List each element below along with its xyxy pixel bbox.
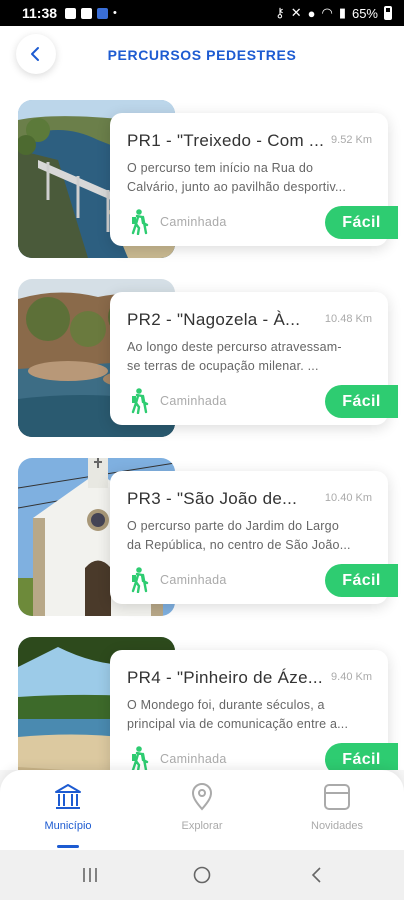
- news-icon: [324, 784, 350, 810]
- route-card[interactable]: PR3 - "São João de... 10.40 Km O percurs…: [110, 471, 398, 604]
- system-icons: ⚷ ✕ ● ◠ ▮ 65%: [275, 5, 392, 21]
- route-distance: 10.40 Km: [324, 492, 372, 504]
- route-title: PR3 - "São João de...: [127, 489, 298, 508]
- notification-icons: •: [65, 7, 117, 19]
- nav-item-novidades[interactable]: Novidades: [282, 782, 392, 832]
- route-card[interactable]: PR2 - "Nagozela - À... 10.48 Km Ao longo…: [110, 292, 398, 425]
- status-time: 11:38: [22, 5, 58, 21]
- route-title: PR1 - "Treixedo - Com ...: [127, 131, 325, 150]
- route-distance: 9.40 Km: [331, 671, 372, 683]
- nav-label: Município: [44, 820, 92, 832]
- route-type: Caminhada: [160, 215, 227, 229]
- difficulty-badge: Fácil: [325, 385, 398, 418]
- route-distance: 10.48 Km: [324, 313, 372, 325]
- route-type: Caminhada: [160, 752, 227, 766]
- app-icon: [97, 7, 109, 19]
- gallery-icon: [65, 7, 77, 19]
- home-icon[interactable]: [192, 865, 212, 885]
- mute-icon: ✕: [290, 5, 302, 20]
- page-title: PERCURSOS PEDESTRES: [107, 47, 297, 63]
- route-title: PR4 - "Pinheiro de Áze...: [127, 668, 323, 687]
- nav-item-municipio[interactable]: Município: [13, 782, 123, 832]
- route-card[interactable]: PR1 - "Treixedo - Com ... 9.52 Km O perc…: [110, 113, 398, 246]
- teams-icon: [81, 7, 93, 19]
- difficulty-badge: Fácil: [325, 564, 398, 597]
- battery-percent: 65%: [351, 5, 378, 21]
- route-card[interactable]: PR4 - "Pinheiro de Áze... 9.40 Km O Mond…: [110, 650, 398, 770]
- hiking-icon: [131, 388, 149, 414]
- system-navigation-bar: [0, 850, 404, 900]
- route-item-pr1[interactable]: PR1 - "Treixedo - Com ... 9.52 Km O perc…: [18, 100, 398, 260]
- active-tab-indicator: [57, 845, 79, 848]
- recent-apps-icon[interactable]: [80, 865, 100, 885]
- battery-icon: [384, 6, 392, 20]
- route-description: O Mondego foi, durante séculos, a princi…: [127, 698, 349, 731]
- difficulty-badge: Fácil: [325, 206, 398, 239]
- route-item-pr2[interactable]: PR2 - "Nagozela - À... 10.48 Km Ao longo…: [18, 279, 398, 439]
- route-item-pr4[interactable]: PR4 - "Pinheiro de Áze... 9.40 Km O Mond…: [18, 637, 398, 770]
- difficulty-badge: Fácil: [325, 743, 398, 770]
- route-distance: 9.52 Km: [331, 134, 372, 146]
- status-bar: 11:38 • ⚷ ✕ ● ◠ ▮ 65%: [0, 0, 404, 26]
- route-type: Caminhada: [160, 573, 227, 587]
- hiking-icon: [131, 567, 149, 593]
- key-icon: ⚷: [275, 5, 285, 20]
- nav-item-explorar[interactable]: Explorar: [147, 782, 257, 832]
- route-list[interactable]: PR1 - "Treixedo - Com ... 9.52 Km O perc…: [0, 86, 404, 770]
- bottom-navigation: Município Explorar Novidades: [0, 770, 404, 850]
- route-type: Caminhada: [160, 394, 227, 408]
- back-nav-icon[interactable]: [307, 865, 327, 885]
- route-description: O percurso parte do Jardim do Largo da R…: [127, 519, 351, 552]
- header: PERCURSOS PEDESTRES: [0, 26, 404, 86]
- location-icon: ●: [307, 5, 316, 21]
- route-title: PR2 - "Nagozela - À...: [127, 310, 301, 329]
- dot-icon: •: [113, 7, 117, 19]
- hiking-icon: [131, 209, 149, 235]
- wifi-icon: ◠: [321, 5, 333, 20]
- route-description: Ao longo deste percurso atravessam- se t…: [127, 340, 342, 373]
- nav-label: Explorar: [181, 820, 223, 832]
- signal-icon: ▮: [338, 5, 346, 20]
- nav-label: Novidades: [311, 820, 363, 832]
- route-item-pr3[interactable]: PR3 - "São João de... 10.40 Km O percurs…: [18, 458, 398, 618]
- institution-icon: [55, 784, 81, 809]
- route-description: O percurso tem início na Rua do Calvário…: [127, 161, 346, 194]
- location-pin-icon: [191, 783, 213, 811]
- hiking-icon: [131, 746, 149, 770]
